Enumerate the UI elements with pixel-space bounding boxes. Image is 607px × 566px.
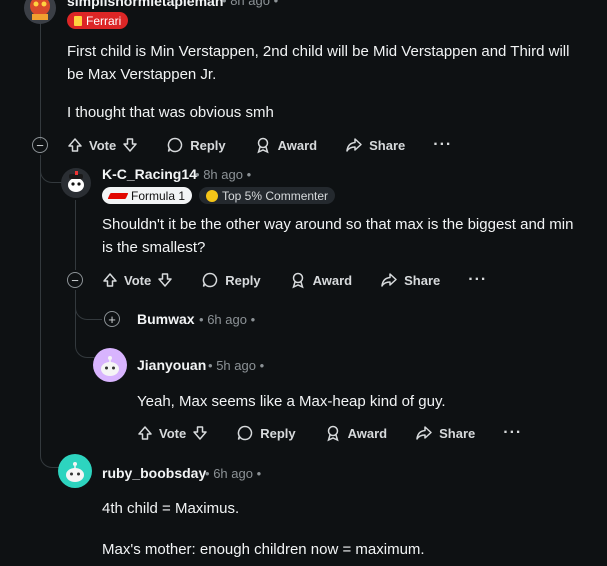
- share-button[interactable]: Share: [380, 271, 440, 289]
- downvote-icon[interactable]: [122, 137, 138, 153]
- vote-label: Vote: [159, 425, 187, 441]
- comment-actions: Vote Reply Award Share ···: [137, 421, 522, 445]
- ferrari-icon: [74, 15, 82, 26]
- user-flair: Formula 1: [102, 187, 193, 204]
- avatar[interactable]: [24, 0, 56, 24]
- collapse-button[interactable]: −: [32, 137, 48, 153]
- commenter-badge: Top 5% Commenter: [199, 187, 336, 204]
- share-icon: [380, 271, 398, 289]
- comment-actions: Vote Reply Award Share ···: [102, 268, 487, 292]
- thread-line-child: [75, 200, 76, 270]
- share-button[interactable]: Share: [415, 424, 475, 442]
- reply-icon: [166, 136, 184, 154]
- more-options-icon[interactable]: ···: [503, 424, 522, 442]
- comment-text: First child is Min Verstappen, 2nd child…: [67, 43, 570, 83]
- comment-text: Yeah, Max seems like a Max-heap kind of …: [137, 393, 446, 410]
- avatar[interactable]: [58, 454, 92, 488]
- downvote-icon[interactable]: [192, 425, 208, 441]
- thread-connector: [75, 335, 98, 358]
- share-icon: [345, 136, 363, 154]
- timestamp: • 8h ago •: [222, 0, 279, 8]
- award-icon: [254, 136, 272, 154]
- username[interactable]: ruby_boobsday: [102, 465, 206, 481]
- award-button[interactable]: Award: [254, 136, 317, 154]
- timestamp: • 8h ago •: [195, 167, 252, 182]
- timestamp: • 5h ago •: [208, 358, 265, 373]
- vote-control: Vote: [137, 425, 208, 441]
- avatar[interactable]: [61, 168, 91, 198]
- username[interactable]: K-C_Racing14: [102, 166, 197, 182]
- timestamp: • 6h ago •: [205, 466, 262, 481]
- upvote-icon[interactable]: [102, 272, 118, 288]
- emoji-icon: [206, 189, 218, 202]
- reply-icon: [201, 271, 219, 289]
- reply-button[interactable]: Reply: [201, 271, 261, 289]
- award-icon: [324, 424, 342, 442]
- comment-text: Shouldn't it be the other way around so …: [102, 216, 574, 256]
- reply-button[interactable]: Reply: [236, 424, 296, 442]
- comment-text: 4th child = Maximus.: [102, 500, 240, 517]
- username[interactable]: Jianyouan: [137, 357, 206, 373]
- upvote-icon[interactable]: [137, 425, 153, 441]
- username[interactable]: simplisnormietapleman: [67, 0, 223, 9]
- reply-button[interactable]: Reply: [166, 136, 226, 154]
- more-options-icon[interactable]: ···: [433, 136, 452, 154]
- timestamp: • 6h ago •: [199, 312, 256, 327]
- reply-icon: [236, 424, 254, 442]
- comment-text: I thought that was obvious smh: [67, 104, 274, 121]
- share-button[interactable]: Share: [345, 136, 405, 154]
- avatar[interactable]: [93, 348, 127, 382]
- thread-line-root-lower: [40, 155, 41, 455]
- expand-button[interactable]: +: [104, 311, 120, 327]
- f1-logo-icon: [107, 192, 129, 199]
- vote-label: Vote: [124, 272, 152, 288]
- thread-connector: [40, 160, 63, 183]
- vote-label: Vote: [89, 137, 117, 153]
- vote-control: Vote: [102, 272, 173, 288]
- collapse-button[interactable]: −: [67, 272, 83, 288]
- more-options-icon[interactable]: ···: [468, 271, 487, 289]
- thread-connector: [75, 300, 102, 320]
- downvote-icon[interactable]: [157, 272, 173, 288]
- award-button[interactable]: Award: [324, 424, 387, 442]
- share-icon: [415, 424, 433, 442]
- comment-text: Max's mother: enough children now = maxi…: [102, 541, 425, 558]
- vote-control: Vote: [67, 137, 138, 153]
- upvote-icon[interactable]: [67, 137, 83, 153]
- award-icon: [289, 271, 307, 289]
- award-button[interactable]: Award: [289, 271, 352, 289]
- user-flair: Ferrari: [67, 12, 129, 29]
- comment-actions: Vote Reply Award Share ···: [67, 133, 452, 157]
- username[interactable]: Bumwax: [137, 311, 195, 327]
